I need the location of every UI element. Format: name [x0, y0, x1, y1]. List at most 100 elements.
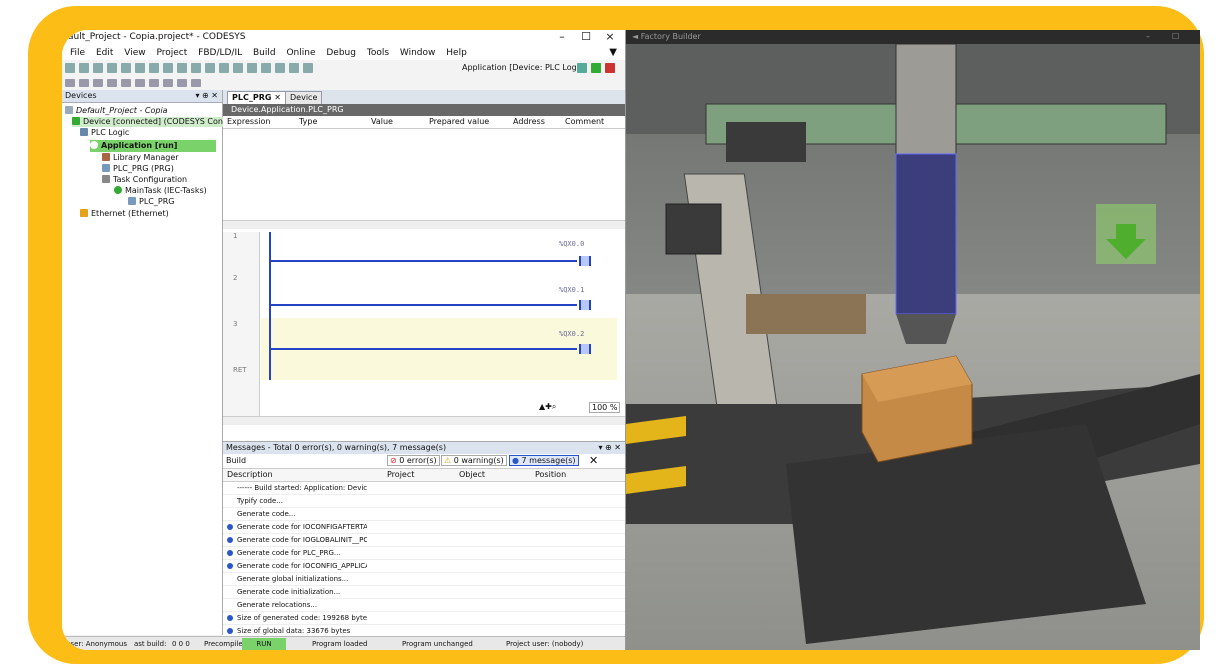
minimize-button[interactable]: – — [549, 30, 575, 43]
message-row[interactable]: Generate global initializations... — [223, 573, 625, 586]
pane-pin-icon[interactable]: ▾ ⊕ ✕ — [195, 90, 218, 102]
tree-project[interactable]: Default_Project - Copia — [65, 106, 168, 116]
message-category-select[interactable]: Build — [226, 456, 246, 465]
factory-minimize-button[interactable]: – — [1146, 30, 1150, 44]
message-row[interactable]: Size of generated code: 199268 bytes — [223, 612, 625, 625]
start-icon[interactable] — [591, 63, 601, 73]
tab-device[interactable]: Device — [285, 91, 323, 104]
menu-edit[interactable]: Edit — [96, 46, 113, 60]
tree-task-config[interactable]: Task Configuration — [102, 175, 187, 185]
col-description[interactable]: Description — [227, 469, 273, 481]
col-value[interactable]: Value — [371, 116, 393, 128]
message-row[interactable]: Generate relocations... — [223, 599, 625, 612]
cut-icon[interactable] — [149, 63, 159, 73]
ladder-reset-icon[interactable] — [177, 79, 187, 87]
col-object[interactable]: Object — [459, 469, 485, 481]
message-row[interactable]: Generate code for IOCONFIGAFTERTASK... — [223, 521, 625, 534]
status-precompile[interactable]: Precompile — [204, 637, 243, 650]
col-project[interactable]: Project — [387, 469, 414, 481]
output-coil[interactable] — [579, 344, 591, 354]
message-row[interactable]: Generate code for PLC_PRG... — [223, 547, 625, 560]
find-icon[interactable] — [205, 63, 215, 73]
tree-plc-prg[interactable]: PLC_PRG (PRG) — [102, 164, 174, 174]
tree-plc-logic[interactable]: PLC Logic — [80, 128, 129, 138]
maximize-button[interactable]: ☐ — [573, 30, 599, 43]
menu-build[interactable]: Build — [253, 46, 276, 60]
col-prepared-value[interactable]: Prepared value — [429, 116, 489, 128]
tree-device[interactable]: Device [connected] (CODESYS Control V — [72, 117, 245, 127]
zoom-level[interactable]: 100 % — [589, 402, 621, 413]
ladder-scrollbar[interactable] — [223, 416, 625, 425]
login-online-icon[interactable] — [577, 63, 587, 73]
ladder-parallel-icon[interactable] — [135, 79, 145, 87]
tree-main-task[interactable]: MainTask (IEC-Tasks) — [114, 186, 207, 196]
col-position[interactable]: Position — [535, 469, 566, 481]
binoculars-icon[interactable] — [233, 63, 243, 73]
tree-application[interactable]: Application [run] — [90, 140, 216, 152]
close-button[interactable]: × — [597, 30, 623, 43]
tree-library-manager[interactable]: Library Manager — [102, 153, 179, 163]
output-coil[interactable] — [579, 256, 591, 266]
tab-plc-prg[interactable]: PLC_PRG ✕ — [227, 91, 286, 104]
col-address[interactable]: Address — [513, 116, 545, 128]
menu-project[interactable]: Project — [156, 46, 187, 60]
stop-icon[interactable] — [605, 63, 615, 73]
error-filter-button[interactable]: ⊘ 0 error(s) — [387, 455, 440, 466]
menu-window[interactable]: Window — [400, 46, 436, 60]
factory-maximize-button[interactable]: ☐ — [1172, 30, 1179, 44]
print-icon[interactable] — [107, 63, 117, 73]
output-coil[interactable] — [579, 300, 591, 310]
ladder-insert-return-icon[interactable] — [121, 79, 131, 87]
ladder-set-icon[interactable] — [163, 79, 173, 87]
ladder-negate-icon[interactable] — [149, 79, 159, 87]
build-icon[interactable] — [261, 63, 271, 73]
close-tab-icon[interactable]: ✕ — [274, 93, 281, 102]
pointer-tool-icon[interactable]: ▲✚⌕ — [539, 402, 556, 412]
ladder-insert-coil-icon[interactable] — [79, 79, 89, 87]
message-row[interactable]: ------ Build started: Application: Devic… — [223, 482, 625, 495]
message-row[interactable]: Typify code... — [223, 495, 625, 508]
tree-ethernet[interactable]: Ethernet (Ethernet) — [80, 209, 169, 219]
clear-messages-icon[interactable]: ✕ — [589, 454, 598, 467]
menu-view[interactable]: View — [124, 46, 145, 60]
filter-icon[interactable]: ▼ — [609, 46, 617, 60]
col-expression[interactable]: Expression — [227, 116, 270, 128]
menu-online[interactable]: Online — [286, 46, 315, 60]
active-application-label[interactable]: Application [Device: PLC Logic] — [462, 63, 586, 72]
copy-icon[interactable] — [163, 63, 173, 73]
delete-icon[interactable] — [191, 63, 201, 73]
login-icon[interactable] — [289, 63, 299, 73]
menu-fbd[interactable]: FBD/LD/IL — [198, 46, 242, 60]
ladder-insert-contact-icon[interactable] — [65, 79, 75, 87]
message-row[interactable]: Generate code... — [223, 508, 625, 521]
col-comment[interactable]: Comment — [565, 116, 604, 128]
menu-help[interactable]: Help — [446, 46, 467, 60]
factory-3d-scene[interactable] — [626, 44, 1200, 650]
bookmark-icon[interactable] — [247, 63, 257, 73]
pane-controls-icon[interactable]: ▾ ⊕ ✕ — [598, 442, 621, 454]
paste-icon[interactable] — [177, 63, 187, 73]
devices-panel: Devices ▾ ⊕ ✕ Default_Project - Copia De… — [62, 90, 245, 635]
save-icon[interactable] — [93, 63, 103, 73]
undo-icon[interactable] — [121, 63, 131, 73]
tree-plc-prg-call[interactable]: PLC_PRG — [128, 197, 174, 207]
message-row[interactable]: Generate code initialization... — [223, 586, 625, 599]
replace-icon[interactable] — [219, 63, 229, 73]
info-filter-button[interactable]: ● 7 message(s) — [509, 455, 579, 466]
warning-filter-button[interactable]: ⚠ 0 warning(s) — [441, 455, 507, 466]
ladder-insert-box-icon[interactable] — [93, 79, 103, 87]
new-file-icon[interactable] — [65, 63, 75, 73]
logout-icon[interactable] — [303, 63, 313, 73]
menu-file[interactable]: File — [70, 46, 85, 60]
redo-icon[interactable] — [135, 63, 145, 73]
ladder-edge-icon[interactable] — [191, 79, 201, 87]
ladder-insert-jump-icon[interactable] — [107, 79, 117, 87]
rebuild-icon[interactable] — [275, 63, 285, 73]
watch-scrollbar[interactable] — [223, 220, 625, 229]
open-icon[interactable] — [79, 63, 89, 73]
menu-tools[interactable]: Tools — [367, 46, 389, 60]
message-row[interactable]: Generate code for IOGLOBALINIT__POU... — [223, 534, 625, 547]
col-type[interactable]: Type — [299, 116, 317, 128]
menu-debug[interactable]: Debug — [326, 46, 356, 60]
message-row[interactable]: Generate code for IOCONFIG_APPLICAT... — [223, 560, 625, 573]
